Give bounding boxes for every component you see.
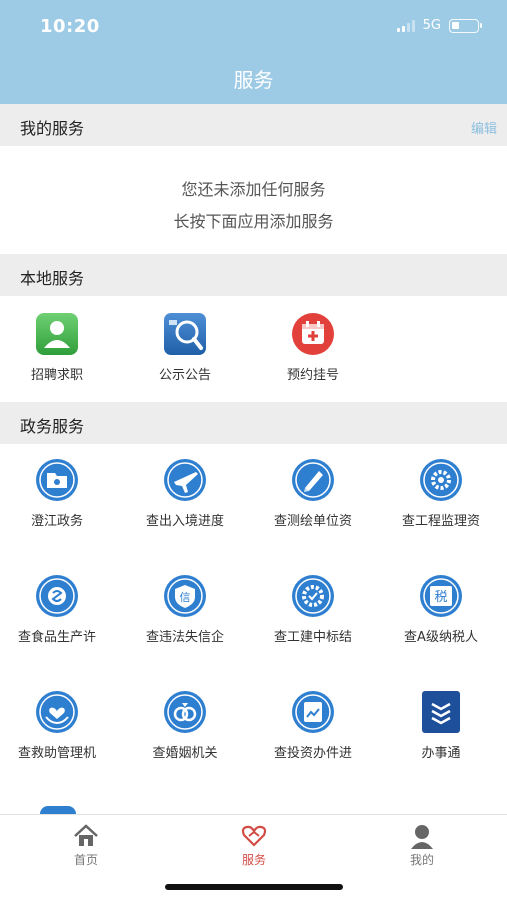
tile-label: 查投资办件进 <box>273 746 352 761</box>
service-tile-marriage[interactable]: 查婚姻机关 <box>122 690 248 761</box>
gov-folder-icon <box>35 458 79 502</box>
investment-icon <box>291 690 335 734</box>
local-services-header: 本地服务 <box>0 254 507 296</box>
service-tile-food-license[interactable]: 查食品生产许 <box>0 574 120 645</box>
tile-label: 查工程监理资 <box>401 514 480 529</box>
service-tile-tax[interactable]: 税 查A级纳税人 <box>378 574 504 645</box>
tab-label: 我的 <box>409 853 434 867</box>
tile-label: 查出入境进度 <box>145 514 224 529</box>
tile-label: 预约挂号 <box>286 368 339 383</box>
tax-glyph: 税 <box>434 590 447 605</box>
service-tile-relief[interactable]: 查救助管理机 <box>0 690 120 761</box>
survey-icon <box>291 458 335 502</box>
service-tile-banshitong[interactable]: 办事通 <box>378 690 504 761</box>
service-tile-credit[interactable]: 信 查违法失信企 <box>122 574 248 645</box>
tab-home[interactable]: 首页 <box>36 823 136 868</box>
service-tile-investment[interactable]: 查投资办件进 <box>250 690 376 761</box>
service-tile-appointment[interactable]: 预约挂号 <box>250 312 376 383</box>
credit-glyph: 信 <box>180 591 191 604</box>
partial-service-icon <box>40 806 76 814</box>
credit-icon: 信 <box>163 574 207 618</box>
tab-profile[interactable]: 我的 <box>372 823 472 868</box>
airplane-icon <box>163 458 207 502</box>
tile-label: 查婚姻机关 <box>152 746 218 761</box>
tile-label: 查救助管理机 <box>17 746 96 761</box>
profile-icon <box>408 823 436 849</box>
banshitong-icon <box>419 690 463 734</box>
my-services-header: 我的服务 编辑 <box>0 104 507 146</box>
tile-label: 查A级纳税人 <box>404 630 478 645</box>
service-tile-announcement[interactable]: 公示公告 <box>122 312 248 383</box>
job-search-icon <box>35 312 79 356</box>
service-icon <box>240 823 268 849</box>
appointment-icon <box>291 312 335 356</box>
status-indicators: 5G <box>396 18 482 33</box>
section-title-local-services: 本地服务 <box>20 269 85 288</box>
status-time: 10:20 <box>40 16 100 37</box>
page-title: 服务 <box>233 68 274 92</box>
announcement-icon <box>163 312 207 356</box>
gov-services-header: 政务服务 <box>0 402 507 444</box>
service-tile-surveying[interactable]: 查测绘单位资 <box>250 458 376 529</box>
section-title-my-services: 我的服务 <box>20 119 85 138</box>
tile-label: 澄江政务 <box>30 514 83 529</box>
home-icon <box>72 823 100 849</box>
section-title-gov-services: 政务服务 <box>20 417 85 436</box>
tab-service[interactable]: 服务 <box>204 823 304 868</box>
network-label: 5G <box>422 18 441 33</box>
service-tile-job[interactable]: 招聘求职 <box>0 312 120 383</box>
tile-label: 查测绘单位资 <box>273 514 352 529</box>
tile-label: 招聘求职 <box>30 368 83 383</box>
edit-button[interactable]: 编辑 <box>471 118 497 137</box>
relief-icon <box>35 690 79 734</box>
tile-label: 查违法失信企 <box>145 630 224 645</box>
tile-label: 查食品生产许 <box>17 630 96 645</box>
tab-label: 服务 <box>241 853 266 867</box>
home-indicator <box>165 884 343 890</box>
service-tile-engineering[interactable]: 查工程监理资 <box>378 458 504 529</box>
service-tile-bid-result[interactable]: 查工建中标结 <box>250 574 376 645</box>
tile-label: 查工建中标结 <box>273 630 352 645</box>
tile-label: 办事通 <box>421 746 461 761</box>
engineering-icon <box>419 458 463 502</box>
empty-hint-line1: 您还未添加任何服务 <box>181 180 326 199</box>
food-license-icon <box>35 574 79 618</box>
signal-icon <box>396 19 415 32</box>
marriage-icon <box>163 690 207 734</box>
service-tile-chengjiang[interactable]: 澄江政务 <box>0 458 120 529</box>
battery-icon <box>449 18 482 33</box>
empty-hint-line2: 长按下面应用添加服务 <box>173 212 334 231</box>
tab-label: 首页 <box>73 853 98 867</box>
bid-result-icon <box>291 574 335 618</box>
tax-icon: 税 <box>419 574 463 618</box>
tile-label: 公示公告 <box>158 368 211 383</box>
service-tile-immigration[interactable]: 查出入境进度 <box>122 458 248 529</box>
app-header: 10:20 5G 服务 <box>0 0 507 104</box>
